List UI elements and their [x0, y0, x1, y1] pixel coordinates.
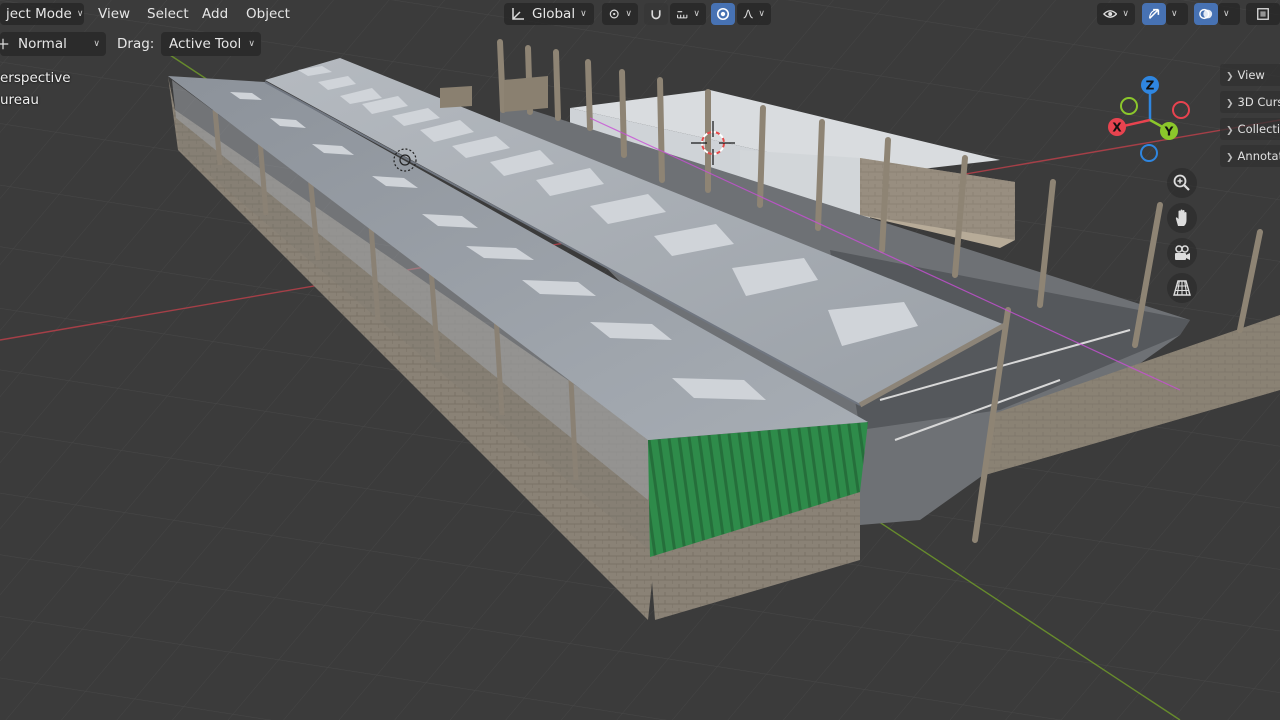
camera-view-button[interactable] [1167, 238, 1197, 268]
mode-label: ject Mode [6, 6, 72, 22]
zoom-icon [1173, 174, 1190, 191]
sidebar-tab-annotation[interactable]: ❯Annotati [1220, 145, 1280, 167]
axis-gizmo-icon: Z X Y [1108, 76, 1190, 162]
chevron-down-icon: ∨ [758, 9, 765, 19]
proportional-editing-toggle[interactable] [711, 3, 735, 25]
projection-toggle-button[interactable] [1167, 273, 1197, 303]
chevron-right-icon: ❯ [1226, 99, 1234, 109]
chevron-right-icon: ❯ [1226, 153, 1234, 163]
svg-text:Y: Y [1164, 125, 1174, 139]
hand-icon [1175, 209, 1187, 226]
mode-selector[interactable]: ject Mode ∨ [0, 3, 84, 25]
chevron-down-icon: ∨ [693, 9, 700, 19]
visibility-dropdown[interactable]: ∨ [1097, 3, 1135, 25]
pivot-icon [609, 9, 619, 19]
snap-toggle[interactable] [644, 3, 668, 25]
svg-text:X: X [1112, 121, 1122, 135]
transform-icon [0, 38, 9, 50]
pivot-point-dropdown[interactable]: ∨ [602, 3, 638, 25]
orientation-mode-dropdown[interactable]: Normal ∨ [0, 32, 106, 56]
transform-orientation-dropdown[interactable]: Global ∨ [504, 3, 594, 25]
drag-tool-label: Active Tool [169, 36, 242, 52]
falloff-dropdown[interactable]: ∨ [737, 3, 771, 25]
zoom-button[interactable] [1167, 168, 1197, 198]
drag-label: Drag: [117, 36, 155, 52]
3d-viewport[interactable] [0, 0, 1280, 720]
pan-button[interactable] [1167, 203, 1197, 233]
overlays-toggle[interactable] [1194, 3, 1218, 25]
chevron-right-icon: ❯ [1226, 72, 1234, 82]
chevron-right-icon: ❯ [1226, 126, 1234, 136]
gizmo-toggle[interactable] [1142, 3, 1166, 25]
falloff-curve-icon [743, 9, 753, 19]
menu-add[interactable]: Add [202, 3, 228, 25]
overlay-icon [1199, 8, 1213, 20]
chevron-down-icon: ∨ [248, 39, 255, 49]
view-perspective-text: erspective [0, 70, 71, 86]
overlays-dropdown[interactable]: ∨ [1218, 3, 1240, 25]
xray-icon [1257, 8, 1269, 20]
chevron-down-icon: ∨ [1223, 9, 1230, 19]
menu-select[interactable]: Select [147, 3, 189, 25]
chevron-down-icon: ∨ [580, 9, 587, 19]
sidebar-tab-collection[interactable]: ❯ Collecti [1220, 118, 1280, 140]
magnet-icon [651, 10, 661, 20]
eye-icon [1103, 10, 1118, 18]
drag-tool-dropdown[interactable]: Active Tool ∨ [161, 32, 261, 56]
viewport-header: ject Mode ∨ View Select Add Object Global… [0, 0, 1280, 28]
xray-toggle[interactable] [1246, 3, 1280, 25]
chevron-down-icon: ∨ [76, 9, 84, 19]
orientation-mode-label: Normal [18, 36, 67, 52]
collection-name-text: ureau [0, 92, 39, 108]
svg-text:Z: Z [1146, 79, 1155, 93]
tool-settings-bar: Normal ∨ Drag: Active Tool ∨ [0, 32, 300, 56]
gizmo-dropdown[interactable]: ∨ [1166, 3, 1188, 25]
orientation-label: Global [532, 6, 576, 22]
chevron-down-icon: ∨ [1171, 9, 1178, 19]
menu-object[interactable]: Object [246, 3, 290, 25]
camera-icon [1175, 245, 1190, 260]
sidebar-tab-view[interactable]: ❯ View [1220, 64, 1280, 86]
navigation-gizmo[interactable]: Z X Y [1105, 72, 1201, 168]
snap-target-dropdown[interactable]: ∨ [670, 3, 706, 25]
orientation-axes-icon [512, 8, 524, 20]
menu-view[interactable]: View [98, 3, 130, 25]
gizmo-icon [1149, 8, 1160, 19]
chevron-down-icon: ∨ [625, 9, 632, 19]
viewport-scene [0, 0, 1280, 720]
sidebar-tab-3d-cursor[interactable]: ❯ 3D Curs [1220, 91, 1280, 113]
chevron-down-icon: ∨ [1122, 9, 1129, 19]
grid-icon [1173, 280, 1191, 296]
snap-increment-icon [677, 11, 688, 19]
chevron-down-icon: ∨ [93, 39, 100, 49]
proportional-edit-icon [716, 7, 730, 21]
